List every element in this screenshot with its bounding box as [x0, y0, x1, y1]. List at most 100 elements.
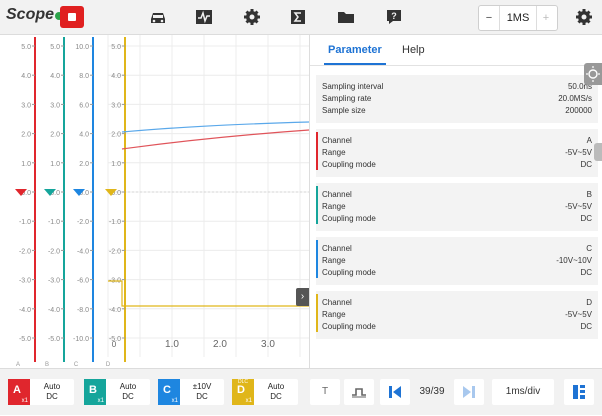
channel-d-button[interactable]: Dx1 DLC Auto DC [232, 379, 298, 405]
oscilloscope-display[interactable]: 5.0 4.0 3.0 2.0 1.0 0.0 -1.0 -2.0 -3.0 -4.0 -5.0 A 5… [0, 35, 310, 368]
axis-tick-label: 5.0 [21, 44, 31, 51]
axis-tick-label: 5.0 [50, 44, 60, 51]
channel-letter: C [163, 384, 171, 396]
tab-parameter[interactable]: Parameter [324, 44, 386, 65]
axis-tick-label: 8.0 [79, 73, 89, 80]
channel-coupling: DC [46, 392, 58, 401]
expand-panel-button[interactable]: › [296, 288, 309, 306]
stop-button[interactable] [60, 6, 84, 28]
channel-range: ±10V [192, 382, 212, 391]
axis-tick-label: 1.0 [50, 161, 60, 168]
axis-tick-label: -2.0 [19, 248, 31, 255]
channel-param-row: Range -5V~5V [316, 147, 598, 159]
param-key: Channel [322, 190, 352, 199]
axis-tick-label: 2.0 [21, 132, 31, 139]
panel-scroll-handle[interactable] [594, 143, 602, 161]
sigma-icon[interactable] [288, 8, 308, 26]
layout-toggle-icon[interactable] [564, 379, 594, 405]
gear-icon[interactable] [242, 8, 262, 26]
channel-param-row: Coupling mode DC [316, 159, 598, 171]
param-key: Coupling mode [322, 160, 376, 169]
param-key: Range [322, 310, 346, 319]
frame-counter: 39/39 [419, 386, 445, 397]
channel-range: Auto [119, 382, 137, 391]
axis-tick-label: -3.0 [19, 278, 31, 285]
axis-tick-label: -5.0 [19, 336, 31, 343]
axis-tick-label: 4.0 [21, 73, 31, 80]
channel-color-swatch: Cx1 [158, 379, 180, 405]
param-value: D [586, 298, 592, 307]
trace-channel-c [121, 121, 309, 133]
sampling-block: Sampling interval 50.0ns Sampling rate 20.… [316, 75, 598, 123]
param-value: -5V~5V [565, 310, 592, 319]
car-icon[interactable] [148, 8, 168, 26]
channel-letter: A [13, 384, 21, 396]
time-axis-label: 0 [112, 340, 117, 349]
channel-param-row: Coupling mode DC [316, 267, 598, 279]
param-key: Sample size [322, 106, 366, 115]
axis-tick-label: -4.0 [77, 248, 89, 255]
channel-b-button[interactable]: Bx1 Auto DC [84, 379, 150, 405]
timebase-decrease-button[interactable]: − [479, 6, 499, 30]
param-value: DC [580, 160, 592, 169]
brightness-icon[interactable] [584, 63, 602, 85]
axis-tick-label: 3.0 [21, 102, 31, 109]
channel-setting: Auto DC [34, 382, 70, 402]
time-axis-label: 3.0 [261, 339, 275, 350]
param-key: Channel [322, 136, 352, 145]
channel-setting: Auto DC [258, 382, 294, 402]
param-key: Range [322, 148, 346, 157]
channel-block: Channel D Range -5V~5V Coupling mode DC [316, 291, 598, 339]
trace-channel-d [108, 280, 309, 307]
axis-tick-label: -4.0 [109, 307, 121, 314]
help-icon[interactable]: ? [384, 8, 404, 26]
channel-a-button[interactable]: Ax1 Auto DC [8, 379, 74, 405]
param-value: C [586, 244, 592, 253]
channel-param-row: Range -5V~5V [316, 201, 598, 213]
param-value: -5V~5V [565, 148, 592, 157]
channel-multiplier: x1 [21, 398, 28, 404]
channel-color-swatch: Bx1 [84, 379, 106, 405]
trigger-edge-icon[interactable] [344, 379, 374, 405]
channel-setting: Auto DC [110, 382, 146, 402]
axis-tick-label: 4.0 [79, 132, 89, 139]
axis-tick-label: 4.0 [50, 73, 60, 80]
param-key: Coupling mode [322, 268, 376, 277]
param-key: Coupling mode [322, 214, 376, 223]
channel-param-row: Channel D [316, 297, 598, 309]
channel-multiplier: x1 [245, 398, 252, 404]
scope-canvas: 5.04.03.02.01.00.0-1.0-2.0-3.0-4.0-5.0A5… [15, 35, 309, 368]
param-value: A [586, 136, 592, 145]
dlc-badge: DLC [238, 379, 249, 385]
param-key: Sampling rate [322, 94, 372, 103]
channel-param-row: Channel B [316, 189, 598, 201]
top-toolbar: Scope ? − 1MS + [0, 0, 602, 35]
param-key: Sampling interval [322, 82, 384, 91]
tab-divider [310, 65, 602, 66]
param-value: 200000 [565, 106, 592, 115]
time-axis-label: 1.0 [165, 339, 179, 350]
param-value: DC [580, 214, 592, 223]
waveform-icon[interactable] [194, 8, 214, 26]
channel-c-button[interactable]: Cx1 ±10V DC [158, 379, 224, 405]
tab-help[interactable]: Help [402, 44, 425, 56]
param-value: DC [580, 268, 592, 277]
last-frame-icon[interactable] [454, 379, 484, 405]
trigger-button[interactable]: T [310, 379, 340, 405]
trigger-label: T [321, 386, 329, 397]
channel-coupling: DC [270, 392, 282, 401]
settings-gear-icon[interactable] [574, 8, 594, 26]
timebase-increase-button[interactable]: + [536, 6, 556, 30]
folder-icon[interactable] [336, 8, 356, 26]
time-per-div-button[interactable]: 1ms/div [492, 379, 554, 405]
channel-block: Channel A Range -5V~5V Coupling mode DC [316, 129, 598, 177]
first-frame-icon[interactable] [380, 379, 410, 405]
axis-tick-label: -3.0 [48, 278, 60, 285]
axis-tick-label: -5.0 [48, 336, 60, 343]
sampling-rate-row: Sampling rate 20.0MS/s [316, 93, 598, 105]
param-value: 20.0MS/s [558, 94, 592, 103]
axis-tick-label: -1.0 [109, 219, 121, 226]
sampling-interval-row: Sampling interval 50.0ns [316, 81, 598, 93]
channel-range: Auto [43, 382, 61, 391]
axis-tick-label: 2.0 [111, 132, 121, 139]
